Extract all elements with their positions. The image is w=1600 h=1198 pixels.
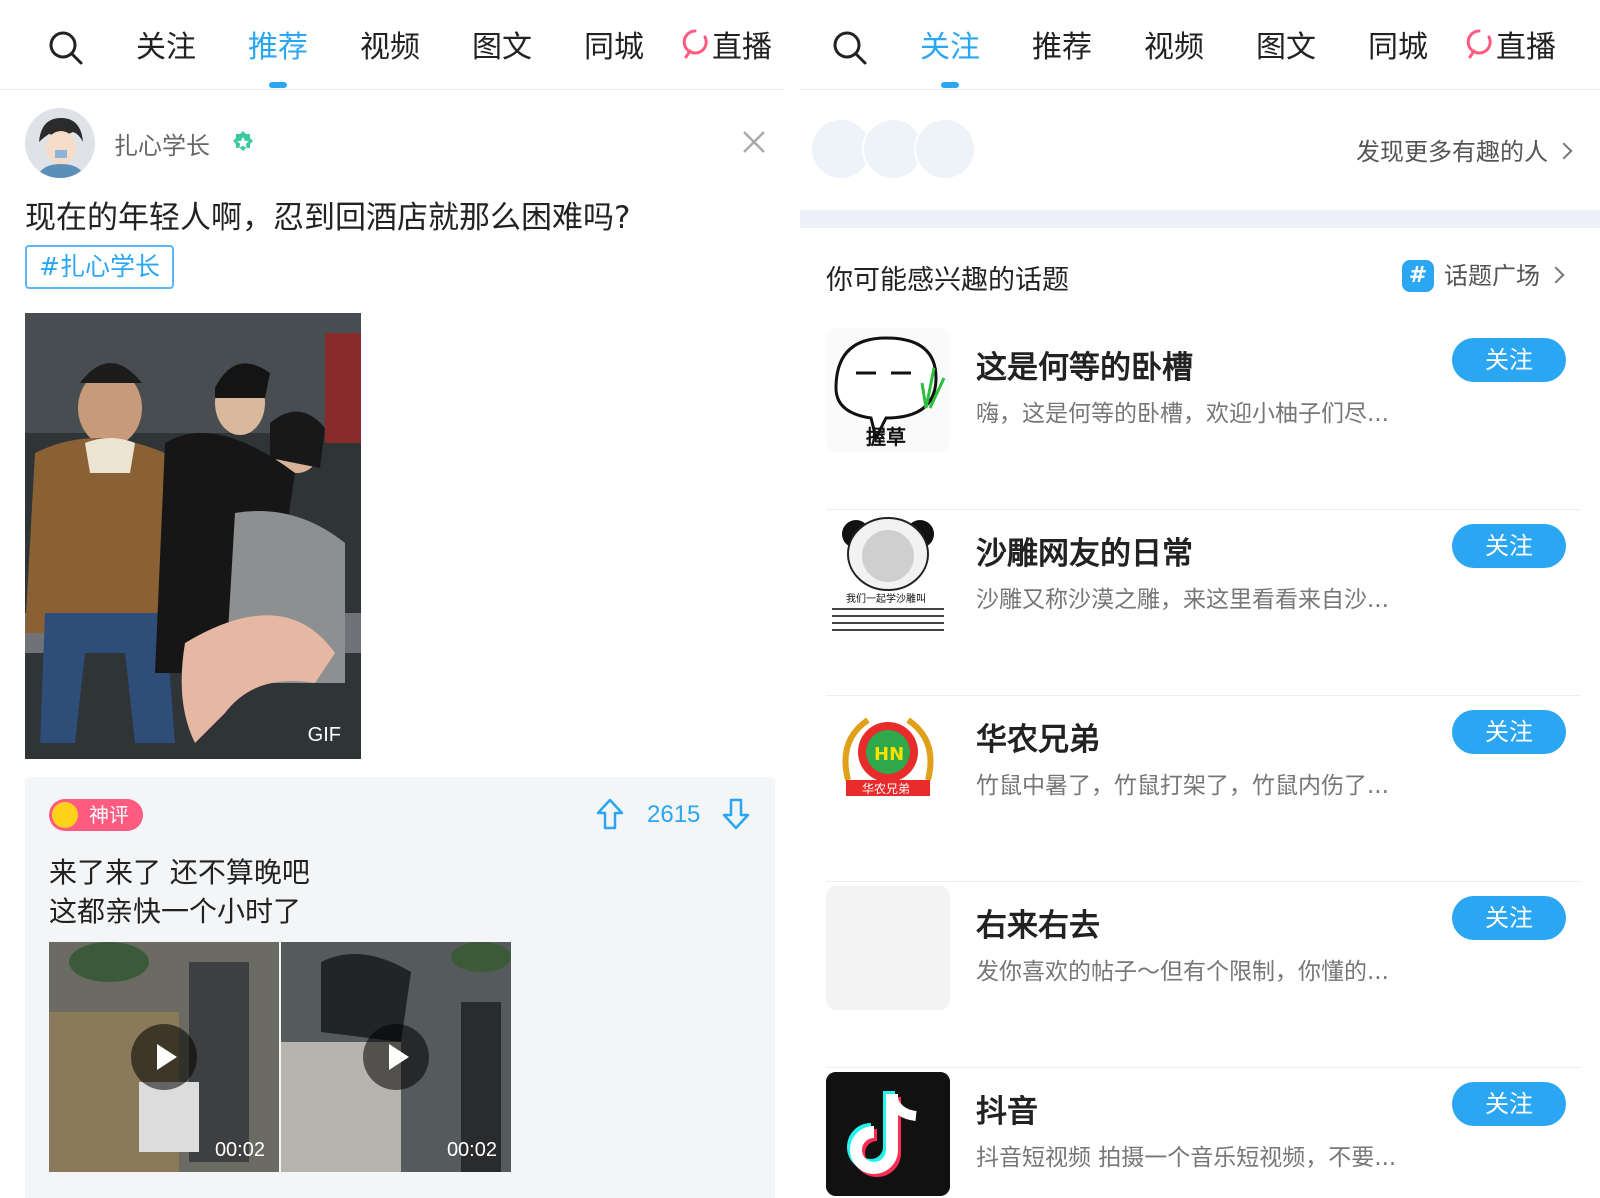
video-duration: 00:02 — [446, 1139, 497, 1161]
topic-item[interactable]: 我们一起学沙雕叫 沙雕网友的日常 沙雕又称沙漠之雕，来这里看看来自沙... 关注 — [826, 506, 1580, 696]
svg-text:我们一起学沙雕叫: 我们一起学沙雕叫 — [846, 592, 926, 605]
svg-text:华农兄弟: 华农兄弟 — [862, 782, 910, 796]
comment-video-thumb[interactable]: 00:02 — [281, 942, 511, 1172]
placeholder-avatar — [914, 118, 976, 180]
tab-image-text[interactable]: 图文 — [472, 26, 532, 70]
comment-text-line: 这都亲快一个小时了 — [49, 895, 302, 928]
topic-item[interactable]: HN 华农兄弟 华农兄弟 竹鼠中暑了，竹鼠打架了，竹鼠内伤了... 关注 — [826, 692, 1580, 882]
verified-icon — [233, 131, 253, 151]
left-screen: 关注 推荐 视频 图文 同城 直播 扎心学长 现在的年轻人啊，忍到回酒店就那么困… — [0, 0, 784, 1198]
follow-button[interactable]: 关注 — [1452, 710, 1566, 754]
live-icon — [682, 29, 708, 59]
tab-image-text[interactable]: 图文 — [1256, 26, 1316, 70]
search-icon[interactable] — [832, 30, 868, 66]
play-icon[interactable] — [131, 1024, 197, 1090]
topic-item[interactable]: 握草 这是何等的卧槽 嗨，这是何等的卧槽，欢迎小柚子们尽... 关注 — [826, 320, 1580, 510]
play-icon[interactable] — [363, 1024, 429, 1090]
comment-text-line: 来了来了 还不算晚吧 — [49, 856, 310, 889]
tab-video[interactable]: 视频 — [360, 26, 420, 70]
tab-recommend[interactable]: 推荐 — [248, 26, 308, 88]
tab-live[interactable]: 直播 — [1464, 26, 1556, 70]
topic-item[interactable]: 右来右去 发你喜欢的帖子～但有个限制，你懂的... 关注 — [826, 878, 1580, 1068]
post-tag[interactable]: #扎心学长 — [25, 245, 174, 289]
tab-local[interactable]: 同城 — [584, 26, 644, 70]
topic-name: 沙雕网友的日常 — [976, 536, 1193, 572]
topic-description: 嗨，这是何等的卧槽，欢迎小柚子们尽... — [976, 401, 1389, 427]
topic-name: 抖音 — [976, 1094, 1038, 1130]
god-comment-badge: 神评 — [49, 799, 143, 831]
chevron-right-icon — [1547, 266, 1565, 284]
active-tab-indicator — [269, 82, 287, 88]
tab-follow[interactable]: 关注 — [920, 26, 980, 88]
tab-local[interactable]: 同城 — [1368, 26, 1428, 70]
live-icon — [1466, 29, 1492, 59]
tab-recommend[interactable]: 推荐 — [1032, 26, 1092, 70]
comment-video-thumb[interactable]: 00:02 — [49, 942, 279, 1172]
hash-icon: # — [1402, 260, 1434, 292]
active-tab-indicator — [941, 82, 959, 88]
topic-name: 这是何等的卧槽 — [976, 350, 1193, 386]
video-duration: 00:02 — [214, 1139, 265, 1161]
topic-item[interactable]: 抖音 抖音短视频 拍摄一个音乐短视频，不要... 关注 — [826, 1064, 1580, 1198]
section-separator — [800, 210, 1600, 228]
follow-button[interactable]: 关注 — [1452, 896, 1566, 940]
section-title: 你可能感兴趣的话题 — [826, 265, 1069, 296]
post-gif-image[interactable]: GIF — [25, 313, 361, 759]
topic-description: 竹鼠中暑了，竹鼠打架了，竹鼠内伤了... — [976, 773, 1389, 799]
topic-name: 右来右去 — [976, 908, 1100, 944]
smile-icon — [52, 802, 78, 828]
topic-description: 抖音短视频 拍摄一个音乐短视频，不要... — [976, 1145, 1397, 1171]
follow-button[interactable]: 关注 — [1452, 524, 1566, 568]
chevron-right-icon — [1555, 142, 1573, 160]
topic-description: 发你喜欢的帖子～但有个限制，你懂的... — [976, 959, 1389, 985]
arrow-up-icon[interactable] — [595, 797, 625, 831]
svg-text:握草: 握草 — [866, 425, 906, 449]
close-icon[interactable] — [740, 128, 768, 156]
screen-divider — [784, 0, 800, 1198]
topic-square-link[interactable]: # 话题广场 — [1402, 256, 1565, 292]
top-nav: 关注 推荐 视频 图文 同城 直播 — [800, 0, 1600, 90]
vote-count: 2615 — [647, 801, 701, 828]
follow-button[interactable]: 关注 — [1452, 1082, 1566, 1126]
topic-thumbnail: 我们一起学沙雕叫 — [826, 514, 950, 638]
search-icon[interactable] — [48, 30, 84, 66]
arrow-down-icon[interactable] — [721, 797, 751, 831]
topic-thumbnail: 握草 — [826, 328, 950, 452]
top-nav: 关注 推荐 视频 图文 同城 直播 — [0, 0, 784, 90]
hot-comment[interactable]: 神评 2615 来了来了 还不算晚吧 这都亲快一个小时了 00:02 00:02 — [25, 777, 775, 1198]
topic-description: 沙雕又称沙漠之雕，来这里看看来自沙... — [976, 587, 1389, 613]
post-title[interactable]: 现在的年轻人啊，忍到回酒店就那么困难吗? — [25, 192, 630, 237]
right-screen: 关注 推荐 视频 图文 同城 直播 发现更多有趣的人 你可能感兴趣的话题 # 话题… — [800, 0, 1600, 1198]
tab-follow[interactable]: 关注 — [136, 26, 196, 70]
author-avatar[interactable] — [25, 108, 95, 178]
svg-text:HN: HN — [874, 744, 904, 765]
author-name[interactable]: 扎心学长 — [114, 126, 210, 161]
discover-more-link[interactable]: 发现更多有趣的人 — [1356, 132, 1573, 167]
topic-thumbnail: HN 华农兄弟 — [826, 700, 950, 824]
topic-thumbnail — [826, 886, 950, 1010]
follow-button[interactable]: 关注 — [1452, 338, 1566, 382]
tab-video[interactable]: 视频 — [1144, 26, 1204, 70]
topic-thumbnail — [826, 1072, 950, 1196]
topic-name: 华农兄弟 — [976, 722, 1100, 758]
tab-live[interactable]: 直播 — [680, 26, 772, 70]
gif-label: GIF — [307, 724, 341, 746]
